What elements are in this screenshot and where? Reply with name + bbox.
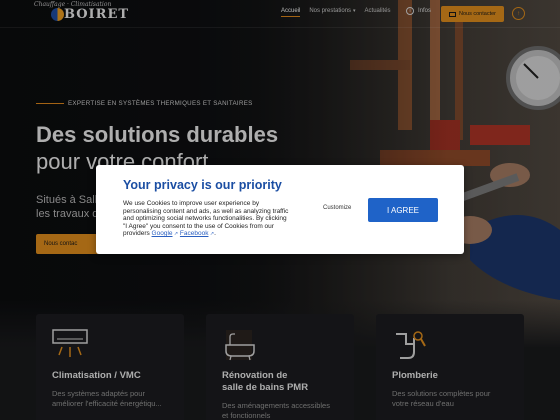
cookie-dialog-text: We use Cookies to improve user experienc… bbox=[123, 200, 289, 238]
google-link[interactable]: Google bbox=[152, 230, 173, 237]
agree-button[interactable]: I AGREE bbox=[368, 198, 438, 222]
cookie-dialog-title: Your privacy is our priority bbox=[123, 178, 282, 192]
cookie-consent-dialog: Your privacy is our priority We use Cook… bbox=[96, 165, 464, 254]
customize-button[interactable]: Customize bbox=[323, 205, 351, 211]
facebook-link[interactable]: Facebook bbox=[180, 230, 209, 237]
external-link-icon: ↗ bbox=[172, 231, 179, 238]
